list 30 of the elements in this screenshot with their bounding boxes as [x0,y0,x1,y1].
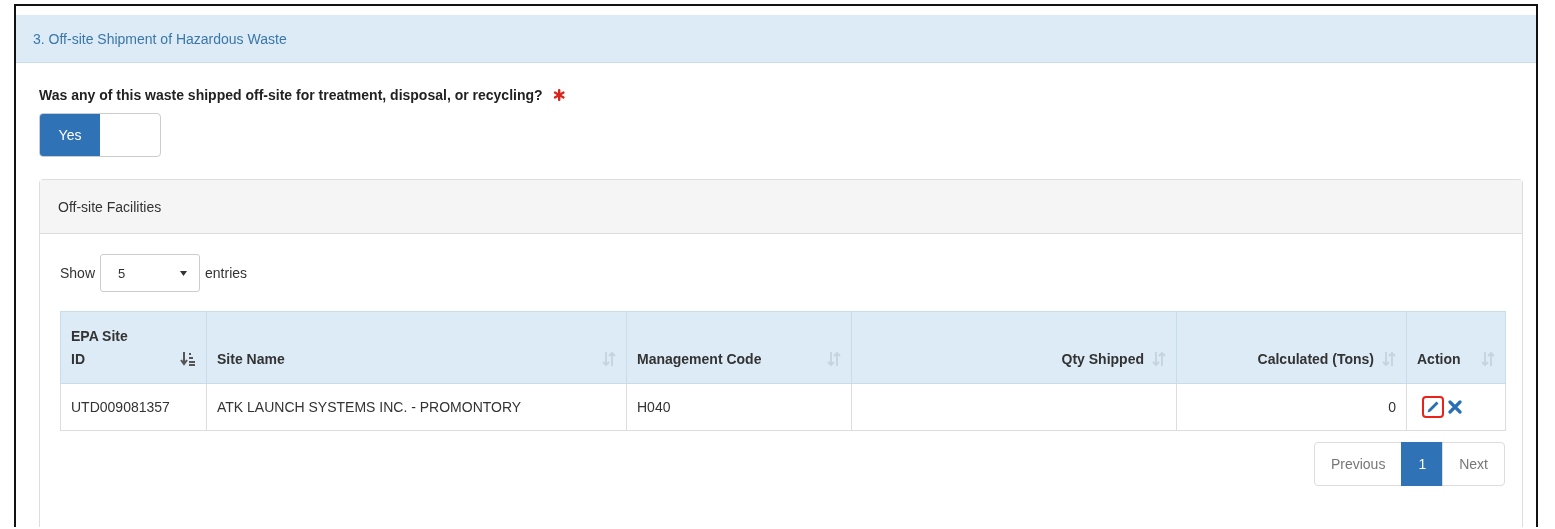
column-header[interactable]: Qty Shipped [851,311,1177,384]
sort-icon [1152,351,1166,367]
column-header[interactable]: Action [1406,311,1506,384]
section-title: 3. Off-site Shipment of Hazardous Waste [33,30,287,47]
pagination-button[interactable]: Previous [1313,442,1403,486]
edit-button[interactable] [1422,396,1444,418]
entries-select[interactable]: 5 [100,254,201,292]
show-label: Show [60,265,96,281]
panel-title: Off-site Facilities [58,198,162,215]
table-cell: 0 [1176,383,1407,431]
caret-icon [180,270,188,276]
table-cell: UTD009081357 [60,383,207,431]
column-header[interactable]: Calculated (Tons) [1176,311,1407,384]
table-cell: ATK LAUNCH SYSTEMS INC. - PROMONTORY [206,383,627,431]
column-header[interactable]: Management Code [626,311,852,384]
sort-icon [1481,351,1495,367]
pagination-button[interactable]: 1 [1401,442,1444,486]
sort-icon [827,351,841,367]
sort-ascending-icon [180,351,196,367]
yes-no-toggle[interactable]: Yes [39,113,161,157]
column-header[interactable]: Site Name [206,311,627,384]
entries-label: entries [205,265,248,281]
column-header[interactable]: EPA Site ID [60,311,207,384]
close-icon [1448,400,1462,414]
sort-icon [602,351,616,367]
question-label: Was any of this waste shipped off-site for treatment, disposal, or recycling? [39,87,543,103]
table-cell: H040 [626,383,852,431]
sort-icon [1382,351,1396,367]
pencil-icon [1426,400,1440,414]
pagination-button[interactable]: Next [1442,442,1505,486]
